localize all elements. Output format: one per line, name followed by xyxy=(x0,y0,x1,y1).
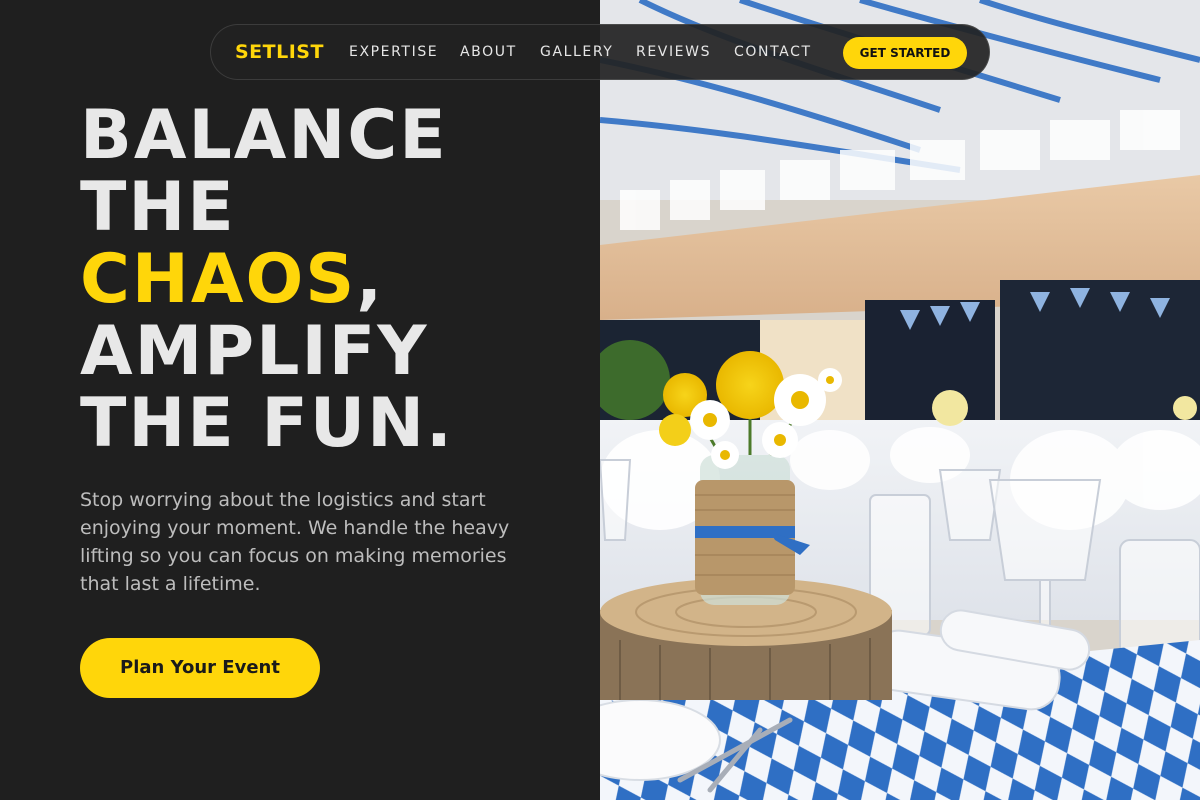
nav-link-about[interactable]: ABOUT xyxy=(460,44,517,60)
nav-link-reviews[interactable]: REVIEWS xyxy=(636,44,711,60)
get-started-button[interactable]: GET STARTED xyxy=(843,37,967,69)
event-venue-image xyxy=(600,0,1200,800)
plan-your-event-button[interactable]: Plan Your Event xyxy=(80,638,320,698)
headline-line-4: AMPLIFY xyxy=(80,312,429,391)
headline-line-3: CHAOS, xyxy=(80,244,454,316)
headline-line-5: THE FUN. xyxy=(80,384,454,463)
nav-link-contact[interactable]: CONTACT xyxy=(734,44,812,60)
nav-link-gallery[interactable]: GALLERY xyxy=(540,44,613,60)
hero-headline: BALANCE THE CHAOS, AMPLIFY THE FUN. xyxy=(80,100,454,460)
hero-description: Stop worrying about the logistics and st… xyxy=(80,489,510,595)
headline-line-1: BALANCE xyxy=(80,96,448,175)
nav-link-expertise[interactable]: EXPERTISE xyxy=(349,44,438,60)
headline-accent: CHAOS xyxy=(80,240,357,319)
brand-logo[interactable]: SETLIST xyxy=(235,41,324,63)
top-navigation: SETLIST EXPERTISE ABOUT GALLERY REVIEWS … xyxy=(210,24,990,80)
hero-image xyxy=(600,0,1200,800)
headline-comma: , xyxy=(356,240,385,319)
headline-line-2: THE xyxy=(80,168,236,247)
